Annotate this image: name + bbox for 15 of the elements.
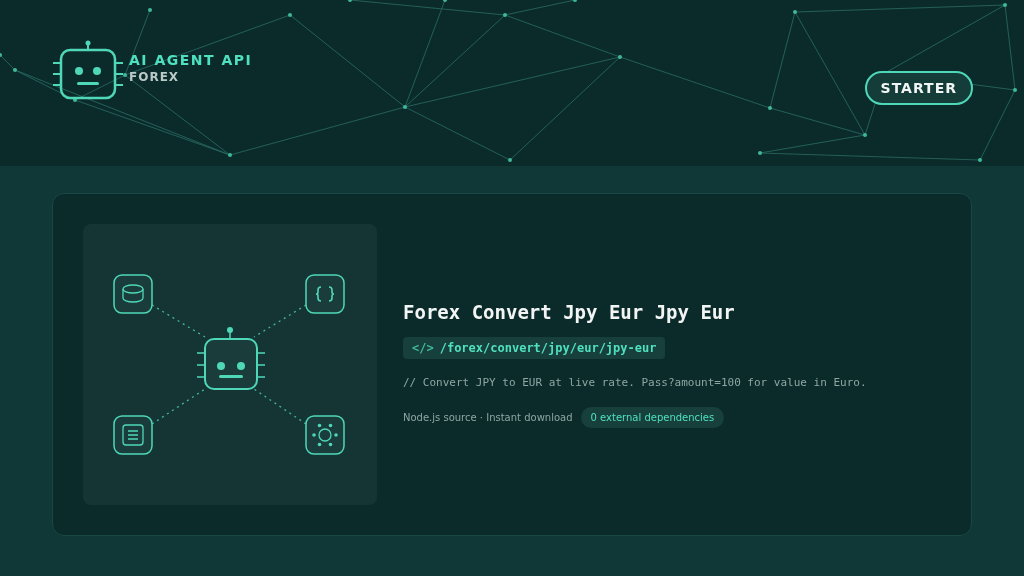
database-icon (113, 274, 153, 314)
source-info: Node.js source · Instant download (403, 412, 573, 423)
brand-title: AI AGENT API (129, 52, 253, 68)
endpoint-description: // Convert JPY to EUR at live rate. Pass?amount=100 for value in Euro. (403, 376, 867, 389)
gear-icon (305, 415, 345, 455)
document-icon (113, 415, 153, 455)
braces-icon (305, 274, 345, 314)
plan-button[interactable]: STARTER (864, 71, 973, 105)
dependencies-badge: 0 external dependencies (580, 407, 725, 428)
code-mark: </> (412, 341, 434, 355)
endpoint-title: Forex Convert Jpy Eur Jpy Eur (403, 301, 735, 323)
robot-icon (196, 327, 266, 390)
robot-icon (51, 38, 125, 102)
endpoint-path: /forex/convert/jpy/eur/jpy-eur (439, 341, 657, 355)
brand-subtitle: FOREX (129, 70, 181, 84)
